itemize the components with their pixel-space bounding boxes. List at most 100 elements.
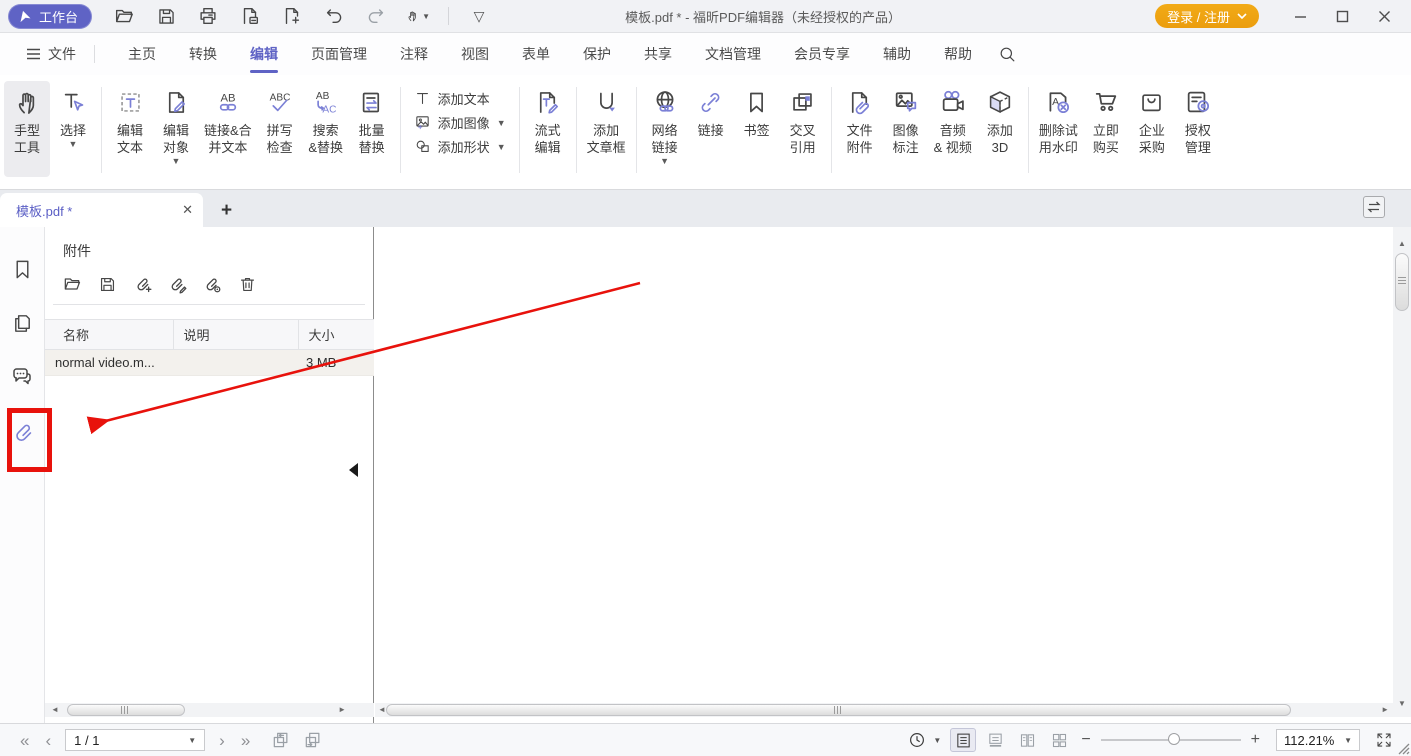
ribbon-button-flow-edit[interactable]: 流式 编辑 [525,81,571,156]
ribbon-button-hand-tool[interactable]: 手型 工具 [4,81,50,177]
ribbon-button-search-replace[interactable]: ABAC 搜索 &替换 [303,81,349,156]
customize-toolbar-icon[interactable]: ▽ [467,4,491,28]
delete-page-icon[interactable] [238,4,262,28]
comments-panel-icon[interactable] [8,363,36,391]
menu-convert[interactable]: 转换 [189,33,217,75]
panel-horizontal-scrollbar[interactable]: ◄ ► [45,703,374,717]
continuous-view-icon[interactable] [982,728,1008,752]
next-page-icon[interactable]: › [211,732,233,749]
edit-attachment-icon[interactable] [166,273,188,295]
scroll-left-icon[interactable]: ◄ [51,703,59,717]
menu-member-exclusive[interactable]: 会员专享 [794,33,850,75]
ribbon-button-buy-now[interactable]: 立即 购买 [1083,81,1129,156]
last-page-icon[interactable]: » [233,732,258,749]
menu-share[interactable]: 共享 [644,33,672,75]
ribbon-button-edit-object[interactable]: 编辑 对象▼ [153,81,199,166]
document-tab[interactable]: 模板.pdf * ✕ [0,193,203,227]
menu-edit[interactable]: 编辑 [250,33,278,75]
ribbon-button-file-attachment[interactable]: 文件 附件 [837,81,883,156]
scrollbar-thumb[interactable] [67,704,185,716]
search-icon[interactable] [998,45,1017,64]
ribbon-button-add-3d[interactable]: 添加 3D [977,81,1023,156]
tab-list-icon[interactable] [1363,196,1385,218]
new-tab-button[interactable]: + [221,201,232,220]
document-page[interactable] [375,227,1393,703]
attachment-row[interactable]: normal video.m... 3 MB [45,350,374,376]
ribbon-button-link-join-text[interactable]: AB 链接&合 并文本 [199,81,257,156]
zoom-level-dropdown[interactable]: 112.21% ▼ [1276,729,1360,751]
delete-attachment-icon[interactable] [236,273,258,295]
zoom-in-icon[interactable]: + [1251,731,1260,749]
ribbon-button-add-shape[interactable]: 添加形状 ▼ [414,137,506,156]
zoom-slider-track[interactable] [1101,739,1241,741]
scrollbar-thumb[interactable] [386,704,1291,716]
document-vertical-scrollbar[interactable]: ▲ ▼ [1393,227,1411,717]
menu-accessibility[interactable]: 辅助 [883,33,911,75]
fullscreen-icon[interactable] [1371,728,1397,752]
undo-icon[interactable] [322,4,346,28]
pages-panel-icon[interactable] [8,309,36,337]
ribbon-button-link[interactable]: 链接 [688,81,734,139]
scroll-right-icon[interactable]: ► [1381,703,1389,717]
add-page-icon[interactable] [280,4,304,28]
column-header-size[interactable]: 大小 [298,320,374,350]
ribbon-button-enterprise-purchase[interactable]: 企业 采购 [1129,81,1175,156]
menu-form[interactable]: 表单 [522,33,550,75]
menu-home[interactable]: 主页 [128,33,156,75]
attachment-settings-icon[interactable] [201,273,223,295]
menu-file[interactable]: 文件 [26,45,95,63]
add-attachment-icon[interactable] [131,273,153,295]
ribbon-button-cross-reference[interactable]: 交叉 引用 [780,81,826,156]
two-page-view-icon[interactable] [1014,728,1040,752]
first-page-icon[interactable]: « [12,732,37,749]
minimize-button[interactable] [1285,4,1315,28]
scroll-down-icon[interactable]: ▼ [1398,697,1406,711]
open-file-icon[interactable] [112,4,136,28]
save-attachment-icon[interactable] [96,273,118,295]
ribbon-button-edit-text[interactable]: 编辑 文本 [107,81,153,156]
column-header-description[interactable]: 说明 [173,320,298,350]
zoom-out-icon[interactable]: − [1081,731,1090,749]
close-tab-icon[interactable]: ✕ [182,202,193,218]
ribbon-button-add-text[interactable]: 添加文本 [414,89,506,108]
resize-grip[interactable] [1396,741,1410,755]
zoom-slider-thumb[interactable] [1168,733,1180,745]
hand-pointer-icon[interactable]: ▼ [406,4,430,28]
menu-help[interactable]: 帮助 [944,33,972,75]
scroll-right-icon[interactable]: ► [338,703,346,717]
maximize-button[interactable] [1327,4,1357,28]
previous-view-icon[interactable] [268,728,294,752]
menu-comment[interactable]: 注释 [400,33,428,75]
ribbon-button-batch-replace[interactable]: 批量 替换 [349,81,395,156]
ribbon-button-spell-check[interactable]: ABC 拼写 检查 [257,81,303,156]
ribbon-button-license-management[interactable]: 授权 管理 [1175,81,1221,156]
login-register-button[interactable]: 登录 / 注册 [1155,4,1259,28]
column-header-name[interactable]: 名称 [45,320,173,350]
bookmarks-panel-icon[interactable] [8,255,36,283]
scrollbar-thumb[interactable] [1395,253,1409,311]
scroll-up-icon[interactable]: ▲ [1398,237,1406,251]
two-page-continuous-view-icon[interactable] [1046,728,1072,752]
workbench-button[interactable]: 工作台 [8,4,92,29]
rotate-view-icon[interactable] [904,728,930,752]
next-view-icon[interactable] [300,728,326,752]
ribbon-button-add-article-box[interactable]: 添加 文章框 [582,81,631,156]
print-icon[interactable] [196,4,220,28]
ribbon-button-bookmark[interactable]: 书签 [734,81,780,139]
previous-page-icon[interactable]: ‹ [37,732,59,749]
menu-protect[interactable]: 保护 [583,33,611,75]
ribbon-button-audio-video[interactable]: 音频 & 视频 [929,81,977,156]
collapse-panel-arrow[interactable] [349,463,358,477]
save-icon[interactable] [154,4,178,28]
ribbon-button-image-annotation[interactable]: 图像 标注 [883,81,929,156]
open-attachment-icon[interactable] [61,273,83,295]
menu-page-management[interactable]: 页面管理 [311,33,367,75]
scroll-left-icon[interactable]: ◄ [378,703,386,717]
close-button[interactable] [1369,4,1399,28]
ribbon-button-web-link[interactable]: 网络 链接▼ [642,81,688,166]
page-number-dropdown[interactable]: 1 / 1 ▼ [65,729,205,751]
ribbon-button-add-image[interactable]: 添加图像 ▼ [414,113,506,132]
ribbon-button-select[interactable]: 选择 ▼ [50,81,96,149]
menu-document-management[interactable]: 文档管理 [705,33,761,75]
dropdown-caret-icon[interactable]: ▼ [933,736,941,745]
